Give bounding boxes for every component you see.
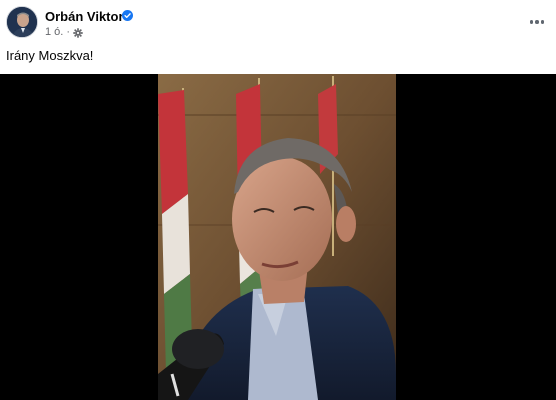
author-name[interactable]: Orbán Viktor [45,9,124,24]
video-player[interactable] [0,74,556,400]
author-avatar[interactable] [6,6,38,38]
settings-gear-icon[interactable] [73,27,83,38]
more-dot [535,20,539,24]
video-still-image [158,74,396,400]
meta-separator: · [66,26,71,38]
more-dot [529,20,534,24]
post-timestamp[interactable]: 1 ó. [45,26,63,39]
post-header: Orbán Viktor 1 ó. · [0,0,556,44]
post-meta: 1 ó. · [45,26,83,39]
video-frame[interactable] [158,74,396,400]
more-options-icon[interactable] [526,12,548,32]
more-dot [540,20,545,24]
verified-badge-icon [122,10,133,21]
post-text: Irány Moszkva! [6,48,94,63]
